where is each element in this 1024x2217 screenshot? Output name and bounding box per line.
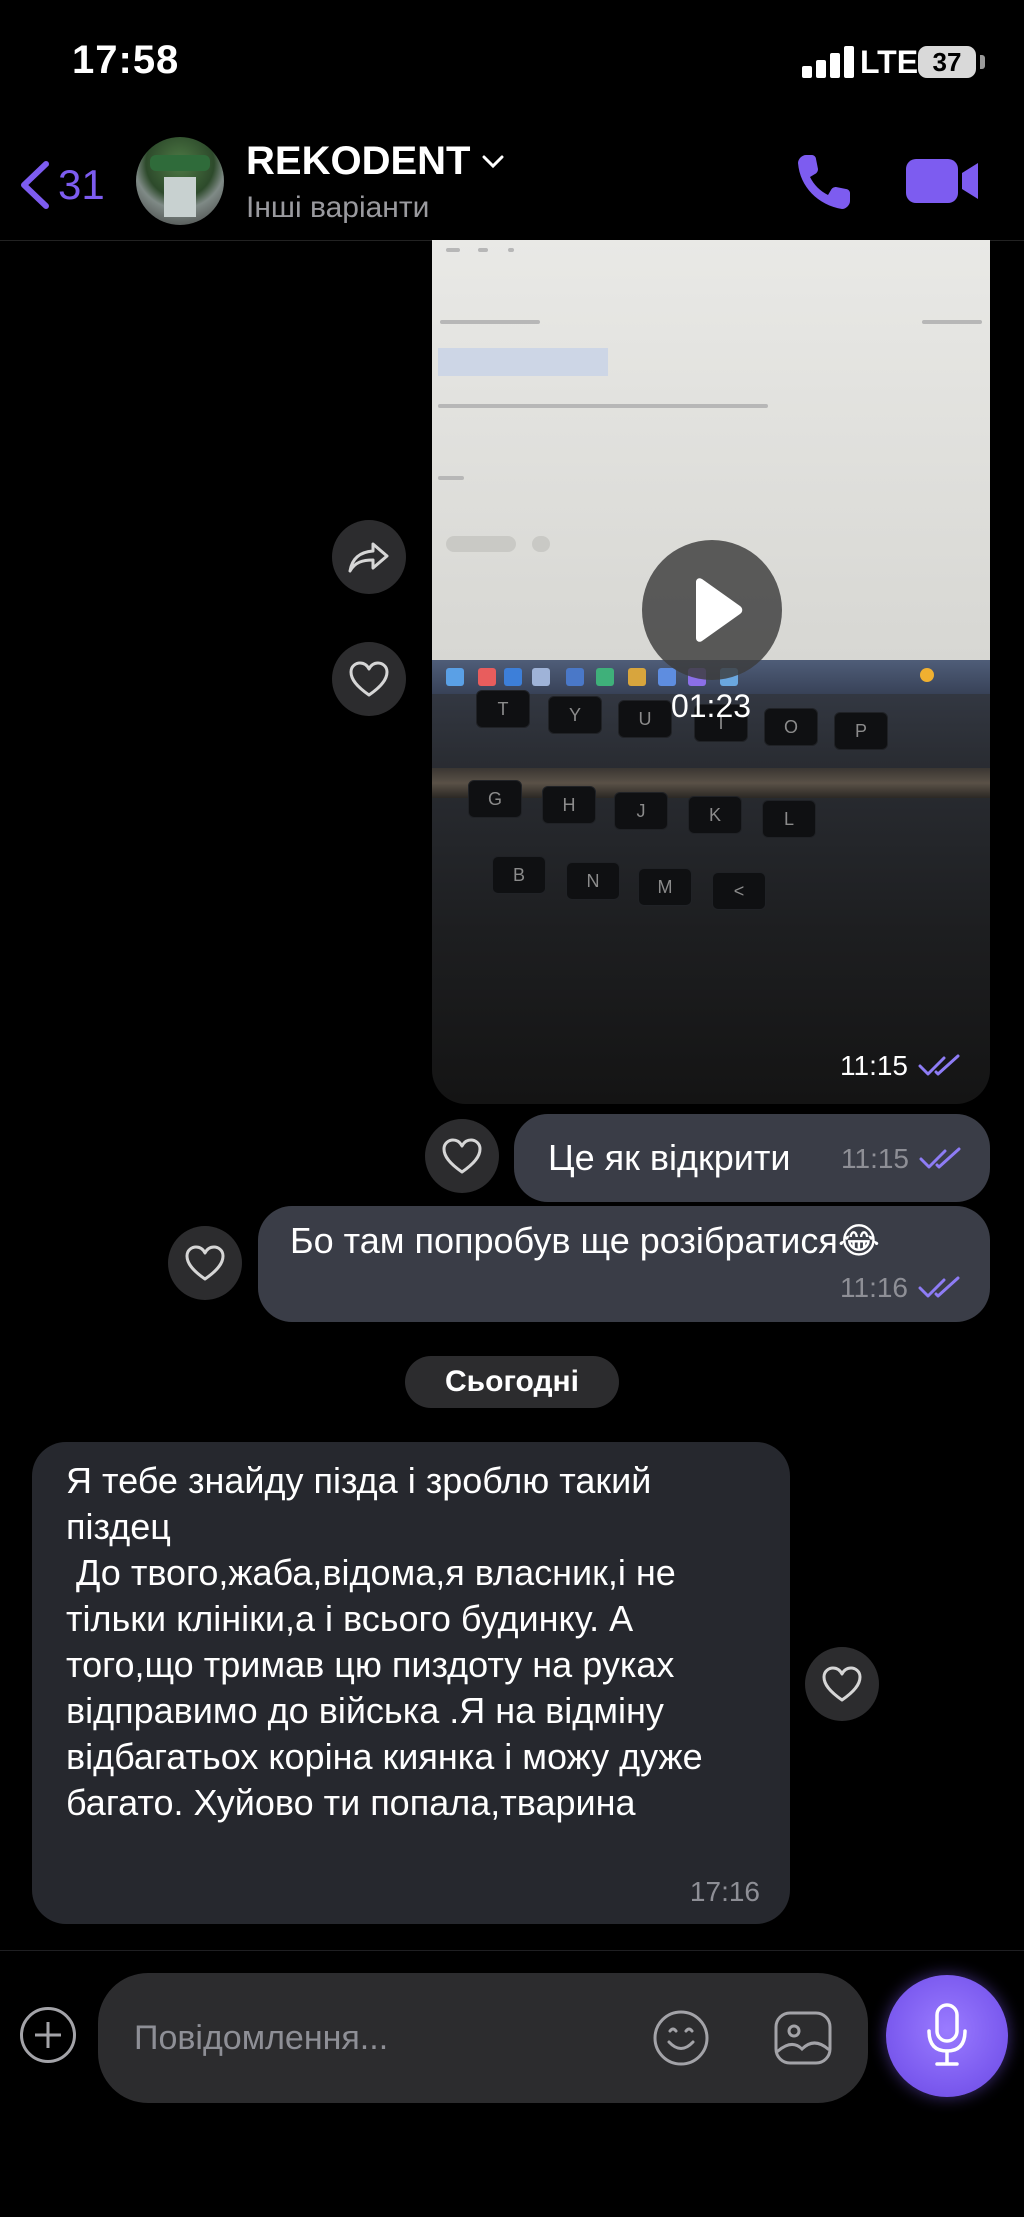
message-time: 11:15 [841, 1143, 965, 1175]
emoji-button[interactable] [652, 2009, 710, 2067]
play-button[interactable] [642, 540, 782, 680]
status-time: 17:58 [72, 38, 180, 82]
outgoing-message[interactable]: Це як відкрити 11:15 [514, 1114, 990, 1202]
like-button[interactable] [805, 1647, 879, 1721]
message-time: 17:16 [689, 1876, 760, 1907]
contact-subtitle[interactable]: Інші варіанти [246, 191, 429, 225]
signal-strength-icon [802, 46, 858, 78]
contact-name[interactable]: REKODENT [246, 139, 504, 184]
video-message-time-text: 11:15 [840, 1050, 908, 1081]
like-button[interactable] [425, 1119, 499, 1193]
unread-count: 31 [58, 161, 105, 208]
video-camera-icon [906, 159, 978, 203]
avatar[interactable] [136, 137, 224, 225]
thumbnail-key: N [566, 862, 620, 900]
chat-header: 31 REKODENT Інші варіанти [0, 125, 1024, 241]
image-icon [774, 2011, 832, 2065]
thumbnail-key: K [688, 796, 742, 834]
thumbnail-key: < [712, 872, 766, 910]
message-text: Я тебе знайду пізда і зроблю такий пізде… [66, 1460, 703, 1823]
smiley-icon [653, 2010, 709, 2066]
status-bar: 17:58 LTE 37 [0, 0, 1024, 125]
incoming-message[interactable]: Я тебе знайду пізда і зроблю такий пізде… [32, 1442, 790, 1924]
play-icon [696, 578, 743, 642]
phone-icon [798, 155, 850, 209]
battery-icon: 37 [918, 46, 976, 78]
double-check-icon [918, 1054, 960, 1076]
back-button[interactable]: 31 [18, 155, 105, 215]
thumbnail-key: J [614, 792, 668, 830]
chevron-left-icon [21, 161, 49, 209]
message-composer [0, 1950, 1024, 2217]
network-type: LTE [860, 44, 919, 80]
voice-record-button[interactable] [886, 1975, 1008, 2097]
avatar-awning [150, 155, 210, 171]
heart-icon [185, 1245, 225, 1281]
thumbnail-key: L [762, 800, 816, 838]
contact-name-text: REKODENT [246, 139, 471, 183]
chevron-down-icon [482, 155, 504, 168]
call-button[interactable] [794, 149, 854, 213]
battery-nub [980, 55, 985, 69]
heart-icon [349, 661, 389, 697]
message-time-text: 11:15 [841, 1143, 909, 1174]
heart-icon [442, 1138, 482, 1174]
thumbnail-key: H [542, 786, 596, 824]
message-input[interactable] [98, 1973, 868, 2103]
avatar-door [164, 177, 196, 217]
attach-button[interactable] [20, 2007, 76, 2063]
message-text: Бо там попробув ще розібратися😂 [290, 1220, 880, 1261]
date-separator: Сьогодні [405, 1356, 619, 1408]
microphone-icon [927, 2003, 967, 2066]
video-call-button[interactable] [904, 153, 980, 209]
like-button[interactable] [168, 1226, 242, 1300]
thumbnail-key: G [468, 780, 522, 818]
double-check-icon [918, 1276, 960, 1298]
thumbnail-key: M [638, 868, 692, 906]
message-time-text: 11:16 [840, 1272, 908, 1303]
video-message-time: 11:15 [840, 1050, 964, 1082]
like-button[interactable] [332, 642, 406, 716]
heart-icon [822, 1666, 862, 1702]
message-time: 11:16 [840, 1272, 964, 1304]
video-message[interactable]: T Y U I O P G H J K L B N M < 01:23 11:15 [432, 240, 990, 1104]
video-duration: 01:23 [670, 688, 752, 724]
message-text: Це як відкрити [548, 1137, 791, 1178]
thumbnail-highlight [438, 348, 608, 376]
double-check-icon [919, 1147, 961, 1169]
sticker-button[interactable] [772, 2007, 834, 2069]
outgoing-message[interactable]: Бо там попробув ще розібратися😂 11:16 [258, 1206, 990, 1322]
thumbnail-key: B [492, 856, 546, 894]
forward-button[interactable] [332, 520, 406, 594]
forward-icon [348, 542, 389, 573]
